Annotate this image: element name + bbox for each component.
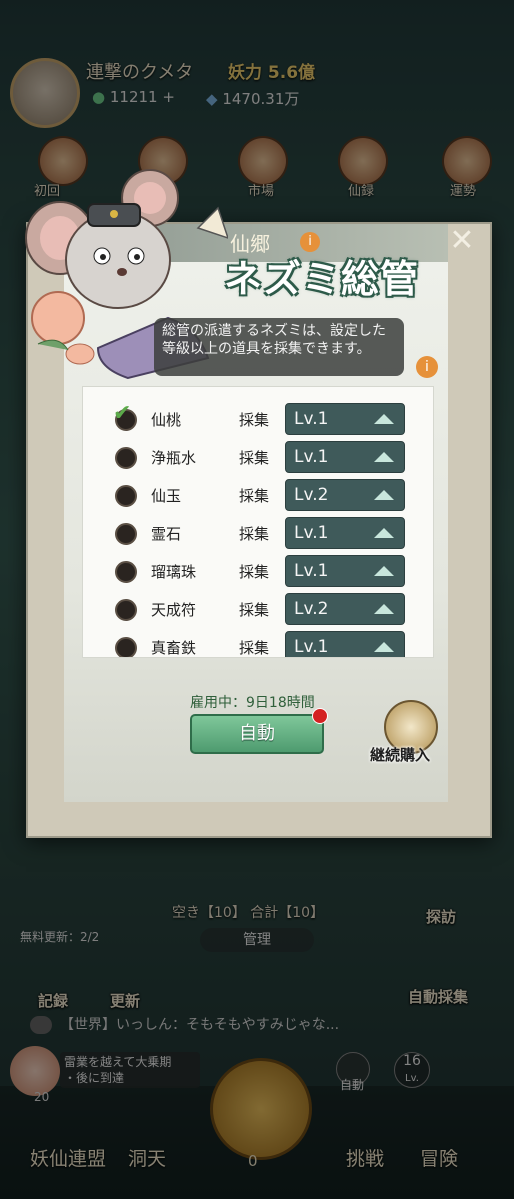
item-row: 天成符 採集 Lv.2 bbox=[83, 589, 433, 627]
item-name: 浄瓶水 bbox=[151, 449, 197, 467]
checkbox-icon[interactable] bbox=[115, 561, 137, 583]
level-selector[interactable]: Lv.1 bbox=[285, 403, 405, 435]
item-row: 浄瓶水 採集 Lv.1 bbox=[83, 437, 433, 475]
item-name: 霊石 bbox=[151, 525, 182, 543]
level-selector[interactable]: Lv.2 bbox=[285, 479, 405, 511]
checkbox-icon[interactable] bbox=[115, 599, 137, 621]
triangle-up-icon bbox=[374, 604, 394, 614]
collect-label: 採集 bbox=[239, 639, 270, 657]
item-name: 仙桃 bbox=[151, 411, 182, 429]
triangle-up-icon bbox=[374, 452, 394, 462]
level-value: Lv.1 bbox=[294, 637, 329, 657]
collect-label: 採集 bbox=[239, 449, 270, 467]
triangle-up-icon bbox=[374, 528, 394, 538]
auto-button[interactable]: 自動 bbox=[190, 714, 324, 754]
info-icon[interactable]: i bbox=[416, 356, 438, 378]
modal-header-title: ネズミ総管 bbox=[224, 256, 420, 301]
level-selector[interactable]: Lv.1 bbox=[285, 441, 405, 473]
item-row: ✔ 仙桃 採集 Lv.1 bbox=[83, 399, 433, 437]
level-value: Lv.1 bbox=[294, 523, 329, 543]
level-value: Lv.2 bbox=[294, 599, 329, 619]
level-selector[interactable]: Lv.1 bbox=[285, 631, 405, 657]
collect-label: 採集 bbox=[239, 411, 270, 429]
close-button[interactable]: ✕ bbox=[445, 226, 479, 260]
level-selector[interactable]: Lv.1 bbox=[285, 517, 405, 549]
checkmark-icon: ✔ bbox=[113, 401, 132, 426]
item-row: 霊石 採集 Lv.1 bbox=[83, 513, 433, 551]
level-value: Lv.1 bbox=[294, 409, 329, 429]
item-list[interactable]: ✔ 仙桃 採集 Lv.1 浄瓶水 採集 Lv.1 仙玉 採集 Lv.2 霊石 採… bbox=[82, 386, 434, 658]
triangle-up-icon bbox=[374, 642, 394, 652]
description-box: 総管の派遣するネズミは、設定した等級以上の道具を採集できます。 bbox=[154, 318, 404, 376]
item-name: 瑠璃珠 bbox=[151, 563, 197, 581]
level-value: Lv.1 bbox=[294, 561, 329, 581]
checkbox-icon[interactable] bbox=[115, 447, 137, 469]
collect-label: 採集 bbox=[239, 563, 270, 581]
item-name: 真畜鉄 bbox=[151, 639, 197, 657]
level-selector[interactable]: Lv.2 bbox=[285, 593, 405, 625]
notification-dot bbox=[312, 708, 328, 724]
triangle-up-icon bbox=[374, 566, 394, 576]
renew-purchase-button[interactable]: 継続購入 bbox=[370, 744, 430, 765]
level-value: Lv.1 bbox=[294, 447, 329, 467]
collect-label: 採集 bbox=[239, 525, 270, 543]
triangle-up-icon bbox=[374, 490, 394, 500]
collect-label: 採集 bbox=[239, 487, 270, 505]
collect-label: 採集 bbox=[239, 601, 270, 619]
checkbox-icon[interactable] bbox=[115, 523, 137, 545]
item-row: 瑠璃珠 採集 Lv.1 bbox=[83, 551, 433, 589]
item-name: 天成符 bbox=[151, 601, 197, 619]
item-row: 仙玉 採集 Lv.2 bbox=[83, 475, 433, 513]
item-row: 真畜鉄 採集 Lv.1 bbox=[83, 627, 433, 657]
checkbox-icon[interactable] bbox=[115, 485, 137, 507]
hire-status: 雇用中：9日18時間 bbox=[190, 695, 315, 711]
triangle-up-icon bbox=[374, 414, 394, 424]
level-value: Lv.2 bbox=[294, 485, 329, 505]
level-selector[interactable]: Lv.1 bbox=[285, 555, 405, 587]
item-name: 仙玉 bbox=[151, 487, 182, 505]
checkbox-icon[interactable] bbox=[115, 637, 137, 657]
